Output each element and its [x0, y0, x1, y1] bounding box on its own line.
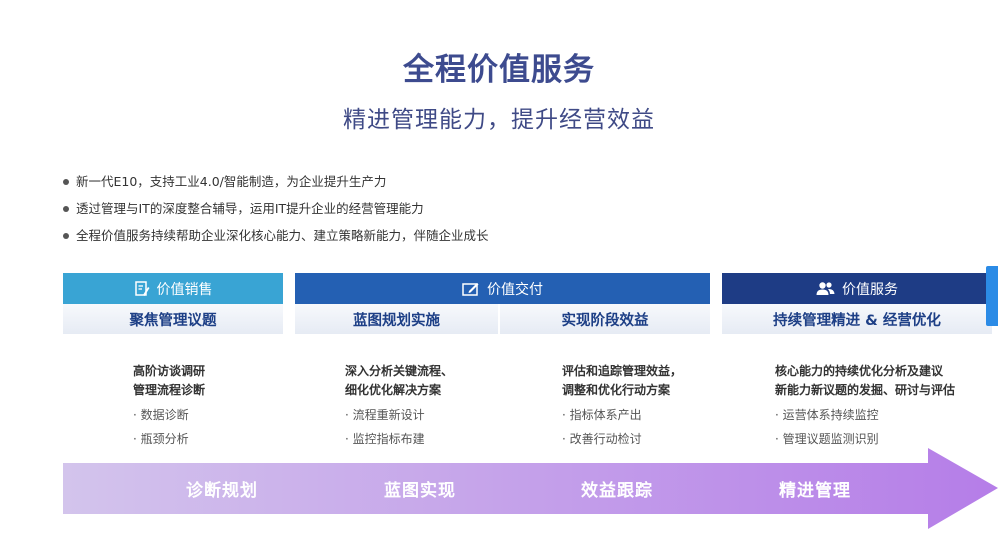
bullet-text: 新一代E10，支持工业4.0/智能制造，为企业提升生产力 — [76, 173, 387, 189]
content-lead: 评估和追踪管理效益， — [562, 364, 683, 378]
content-item: · 监控指标布建 — [345, 432, 425, 446]
bullet-text: 全程价值服务持续帮助企业深化核心能力、建立策略新能力，伴随企业成长 — [76, 227, 489, 243]
bullet-text: 透过管理与IT的深度整合辅导，运用IT提升企业的经营管理能力 — [76, 200, 424, 216]
bullet-item: 透过管理与IT的深度整合辅导，运用IT提升企业的经营管理能力 — [63, 195, 489, 222]
bullet-item: 新一代E10，支持工业4.0/智能制造，为企业提升生产力 — [63, 168, 489, 195]
page-title: 全程价值服务 — [403, 52, 595, 88]
column-content: 深入分析关键流程、 细化优化解决方案 · 流程重新设计 · 监控指标布建 — [345, 362, 453, 449]
users-icon — [816, 281, 835, 295]
header-label: 价值交付 — [487, 281, 543, 298]
arrow-label-tracking: 效益跟踪 — [581, 481, 653, 501]
header-label: 价值服务 — [842, 281, 898, 298]
subheader-focus-issues: 聚焦管理议题 — [63, 304, 283, 334]
subheader-stage-benefits: 实现阶段效益 — [500, 304, 710, 334]
bullet-dot-icon — [63, 178, 69, 185]
content-item: · 改善行动检讨 — [562, 432, 642, 446]
column-content: 评估和追踪管理效益， 调整和优化行动方案 · 指标体系产出 · 改善行动检讨 — [562, 362, 682, 449]
arrow-label-refinement: 精进管理 — [779, 481, 851, 501]
header-value-service: 价值服务 — [722, 273, 992, 304]
content-item: · 指标体系产出 — [562, 408, 642, 422]
side-float-tab[interactable] — [986, 266, 998, 326]
document-edit-icon — [134, 280, 149, 296]
content-item: · 运营体系持续监控 — [775, 408, 879, 422]
bullet-dot-icon — [63, 205, 69, 212]
arrow-label-diagnosis: 诊断规划 — [186, 481, 258, 501]
arrow-label-blueprint: 蓝图实现 — [384, 481, 456, 501]
column-content: 核心能力的持续优化分析及建议 新能力新议题的发掘、研讨与评估 · 运营体系持续监… — [775, 362, 955, 449]
edit-box-icon — [462, 282, 479, 296]
bullet-dot-icon — [63, 232, 69, 239]
content-item: · 管理议题监测识别 — [775, 432, 879, 446]
column-content: 高阶访谈调研 管理流程诊断 · 数据诊断 · 瓶颈分析 — [133, 362, 205, 449]
header-value-delivery: 价值交付 — [295, 273, 710, 304]
content-lead: 细化优化解决方案 — [345, 383, 442, 397]
content-lead: 调整和优化行动方案 — [562, 383, 671, 397]
content-lead: 管理流程诊断 — [133, 383, 206, 397]
subheader-blueprint: 蓝图规划实施 — [295, 304, 498, 334]
content-lead: 深入分析关键流程、 — [345, 364, 454, 378]
content-item: · 流程重新设计 — [345, 408, 425, 422]
bullet-list: 新一代E10，支持工业4.0/智能制造，为企业提升生产力 透过管理与IT的深度整… — [63, 168, 489, 249]
content-item: · 瓶颈分析 — [133, 432, 189, 446]
bullet-item: 全程价值服务持续帮助企业深化核心能力、建立策略新能力，伴随企业成长 — [63, 222, 489, 249]
content-lead: 新能力新议题的发掘、研讨与评估 — [775, 383, 956, 397]
header-label: 价值销售 — [156, 281, 213, 298]
content-lead: 核心能力的持续优化分析及建议 — [775, 364, 944, 378]
subheader-continuous-improvement: 持续管理精进 & 经营优化 — [722, 304, 992, 334]
page-subtitle: 精进管理能力，提升经营效益 — [343, 107, 655, 133]
content-item: · 数据诊断 — [133, 408, 189, 422]
header-value-sales: 价值销售 — [63, 273, 283, 304]
content-lead: 高阶访谈调研 — [133, 364, 206, 378]
